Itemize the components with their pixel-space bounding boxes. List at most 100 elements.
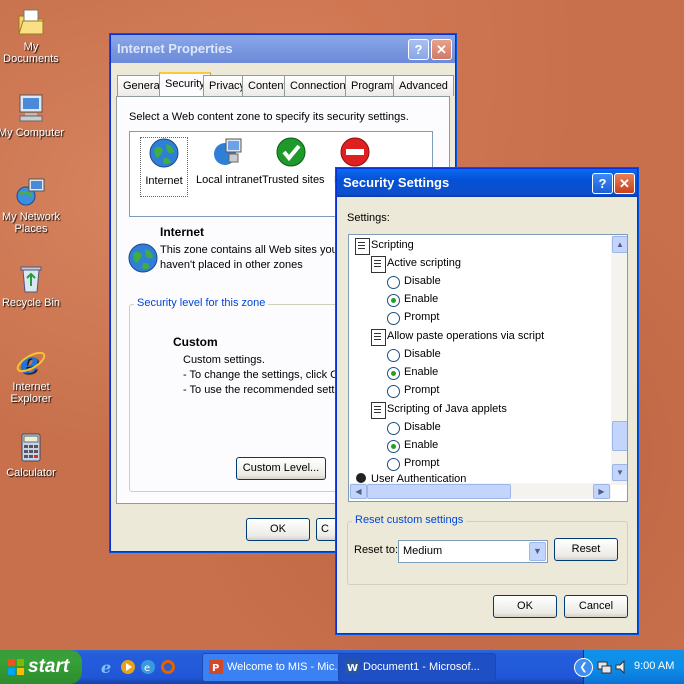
reset-to-select[interactable]: Medium ▼ xyxy=(398,540,548,563)
radio-label: Disable xyxy=(404,348,441,360)
radio-prompt[interactable] xyxy=(387,458,400,471)
settings-category-label: Scripting xyxy=(371,239,414,251)
horizontal-scrollbar[interactable]: ◀ ▶ xyxy=(349,483,611,499)
media-player-icon[interactable] xyxy=(120,659,136,675)
zone-local-intranet[interactable]: Local intranet xyxy=(196,137,263,195)
svg-text:e: e xyxy=(101,659,111,675)
radio-prompt[interactable] xyxy=(387,312,400,325)
taskbar: start e e P Welcome to MIS - Mic... W Do… xyxy=(0,650,684,684)
custom-level-button[interactable]: Custom Level... xyxy=(236,457,326,480)
setting-label: Allow paste operations via script xyxy=(387,330,545,342)
setting-icon xyxy=(371,402,386,419)
setting-icon xyxy=(371,256,386,273)
zone-trusted-sites[interactable]: Trusted sites xyxy=(262,137,325,195)
scroll-right-icon[interactable]: ▶ xyxy=(593,484,610,499)
zone-description-line: haven't placed in other zones xyxy=(160,259,303,271)
network-icon[interactable] xyxy=(596,659,612,675)
settings-category-icon xyxy=(355,238,370,255)
zone-label: Local intranet xyxy=(196,174,263,186)
reset-group-label: Reset custom settings xyxy=(352,514,467,526)
desktop-icon-label: My Network Places xyxy=(1,211,61,235)
security-level-name: Custom xyxy=(173,335,218,349)
vertical-scrollbar[interactable]: ▲ ▼ xyxy=(611,235,627,485)
window-title: Security Settings xyxy=(343,175,450,190)
tab-advanced[interactable]: Advanced xyxy=(393,75,454,96)
zone-internet[interactable]: Internet xyxy=(140,137,188,197)
outlook-express-icon[interactable]: e xyxy=(140,659,156,675)
settings-tree[interactable]: Scripting Active scripting Disable Enabl… xyxy=(348,234,628,502)
start-button[interactable]: start xyxy=(0,650,82,684)
powerpoint-icon: P xyxy=(209,660,223,674)
close-button[interactable]: ✕ xyxy=(614,173,635,194)
chevron-left-icon[interactable]: ❮ xyxy=(574,658,593,677)
taskbar-item-label: Welcome to MIS - Mic... xyxy=(227,661,344,673)
help-button[interactable]: ? xyxy=(408,39,429,60)
help-button[interactable]: ? xyxy=(592,173,613,194)
taskbar-item-label: Document1 - Microsof... xyxy=(363,661,480,673)
internet-explorer-icon: e xyxy=(15,346,47,381)
radio-disable[interactable] xyxy=(387,422,400,435)
desktop-icon-label: My Computer xyxy=(0,127,65,139)
ok-button[interactable]: OK xyxy=(246,518,310,541)
security-level-text: Custom settings. xyxy=(183,354,265,366)
reset-to-value: Medium xyxy=(403,545,443,557)
setting-label: Active scripting xyxy=(387,257,461,269)
desktop-icon-calculator[interactable]: Calculator xyxy=(0,432,66,479)
taskbar-item-document1[interactable]: W Document1 - Microsof... xyxy=(338,653,496,682)
calculator-icon xyxy=(15,432,47,464)
internet-properties-titlebar[interactable]: Internet Properties ? ✕ xyxy=(111,35,455,63)
svg-text:P: P xyxy=(212,663,219,674)
ok-button[interactable]: OK xyxy=(493,595,557,618)
recycle-bin-icon xyxy=(15,262,47,294)
firefox-icon[interactable] xyxy=(160,659,176,675)
my-documents-icon xyxy=(15,6,47,38)
my-network-places-icon xyxy=(15,176,47,208)
radio-label: Prompt xyxy=(404,457,440,469)
system-tray: ❮ 9:00 AM xyxy=(574,650,684,684)
close-button[interactable]: ✕ xyxy=(431,39,452,60)
desktop-icon-my-documents[interactable]: My Documents xyxy=(0,6,66,65)
radio-label: Enable xyxy=(404,439,439,451)
reset-button[interactable]: Reset xyxy=(554,538,618,561)
radio-enable[interactable] xyxy=(387,294,400,307)
scroll-left-icon[interactable]: ◀ xyxy=(350,484,367,499)
security-settings-titlebar[interactable]: Security Settings ? ✕ xyxy=(337,169,637,197)
desktop-icon-my-network-places[interactable]: My Network Places xyxy=(0,176,66,235)
desktop-icon-label: My Documents xyxy=(3,41,59,65)
settings-label: Settings: xyxy=(347,212,390,224)
svg-text:e: e xyxy=(20,346,39,378)
globe-icon xyxy=(149,138,179,168)
vertical-scroll-thumb[interactable] xyxy=(612,421,627,451)
user-authentication-icon xyxy=(356,473,366,483)
taskbar-item-welcome-to-mis[interactable]: P Welcome to MIS - Mic... xyxy=(202,653,356,682)
chevron-down-icon[interactable]: ▼ xyxy=(529,542,546,561)
desktop: My Documents My Computer My Network Plac… xyxy=(0,0,684,650)
radio-label: Disable xyxy=(404,275,441,287)
horizontal-scroll-thumb[interactable] xyxy=(367,484,511,499)
clock: 9:00 AM xyxy=(634,660,675,672)
desktop-icon-label: Recycle Bin xyxy=(1,297,61,309)
zone-title: Internet xyxy=(160,225,205,239)
svg-text:W: W xyxy=(347,663,358,674)
scroll-up-icon[interactable]: ▲ xyxy=(612,236,627,253)
radio-label: Enable xyxy=(404,293,439,305)
window-title: Internet Properties xyxy=(117,41,233,56)
radio-enable[interactable] xyxy=(387,440,400,453)
scroll-down-icon[interactable]: ▼ xyxy=(612,464,627,481)
windows-logo-icon xyxy=(8,659,24,675)
radio-enable[interactable] xyxy=(387,367,400,380)
desktop-icon-my-computer[interactable]: My Computer xyxy=(0,92,66,139)
check-mark-icon xyxy=(276,137,306,167)
internet-explorer-icon[interactable]: e xyxy=(100,659,116,675)
volume-icon[interactable] xyxy=(614,659,630,675)
svg-text:e: e xyxy=(144,663,150,674)
radio-prompt[interactable] xyxy=(387,385,400,398)
desktop-icon-internet-explorer[interactable]: e Internet Explorer xyxy=(0,346,66,405)
radio-label: Prompt xyxy=(404,384,440,396)
my-computer-icon xyxy=(15,92,47,124)
desktop-icon-recycle-bin[interactable]: Recycle Bin xyxy=(0,262,66,309)
cancel-button[interactable]: Cancel xyxy=(564,595,628,618)
radio-disable[interactable] xyxy=(387,276,400,289)
radio-disable[interactable] xyxy=(387,349,400,362)
zone-instruction: Select a Web content zone to specify its… xyxy=(129,111,409,123)
